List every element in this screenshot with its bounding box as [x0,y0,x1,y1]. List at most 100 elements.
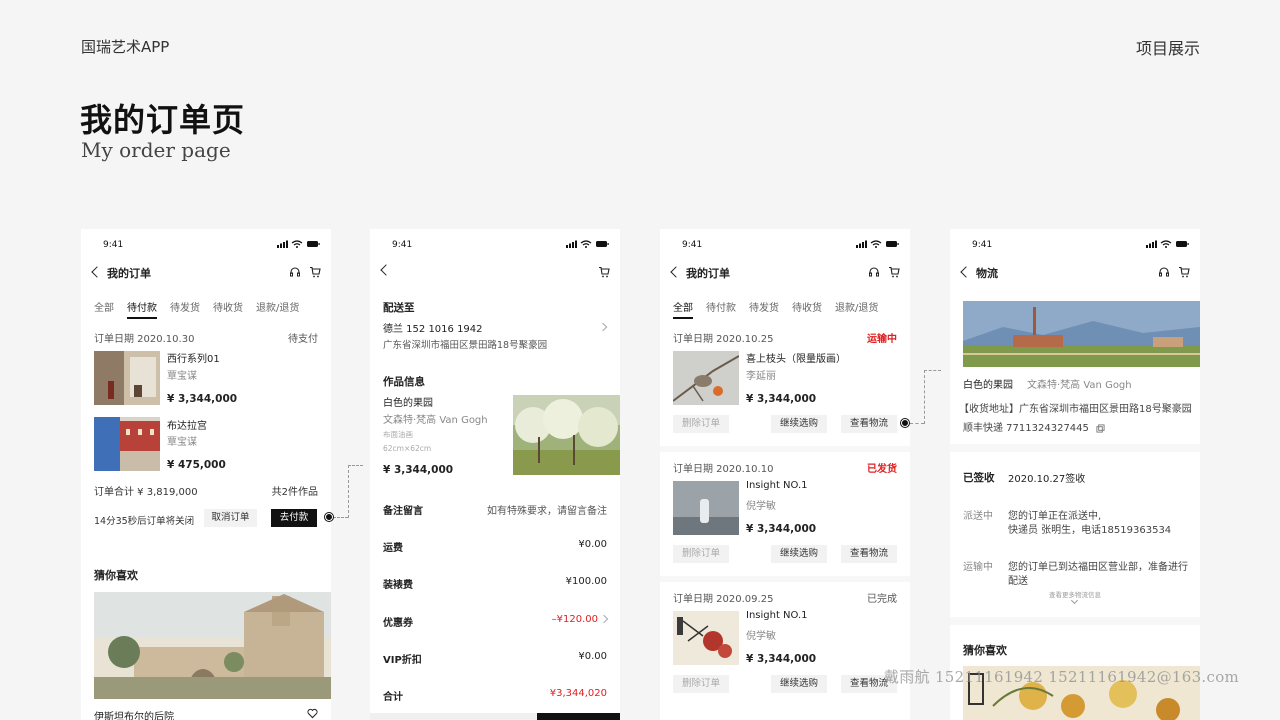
signed-label: 已签收 [963,472,995,484]
order-status: 运输中 [867,334,897,345]
view-logistics-button[interactable]: 查看物流 [841,545,897,563]
order-date: 订单日期 2020.09.25 [673,594,774,605]
order-status: 已发货 [867,464,897,475]
total-row: 合计 ¥3,344,020 [383,688,607,703]
status-icons [277,240,320,248]
remark-row[interactable]: 备注留言 如有特殊要求，请留言备注 [383,502,607,517]
cart-icon[interactable] [1178,266,1190,278]
item-price: ¥ 3,344,000 [746,393,817,405]
tab-pending-shipment[interactable]: 待发货 [749,299,779,314]
back-icon[interactable] [670,266,682,278]
framing-fee-row: 装裱费 ¥100.00 [383,576,607,591]
event-line: 您的订单已到达福田区营业部，准备进行 [1008,562,1188,573]
chevron-right-icon[interactable] [599,614,609,624]
status-time: 9:41 [682,240,703,250]
screen-confirm-order: 9:41 配送至 德兰 152 1016 1942 广东省深圳市福田区景田路18… [370,229,620,720]
event-line: 快递员 张明生，电话18519363534 [1008,525,1172,536]
flow-connector [333,517,348,518]
headset-icon[interactable] [1158,266,1170,278]
item-price: ¥ 475,000 [167,459,226,471]
recommended-artwork-image[interactable] [94,592,331,699]
divider [660,446,910,452]
coupon-row[interactable]: 优惠券 –¥120.00 [383,614,609,629]
copy-icon[interactable] [1096,423,1105,433]
artwork-thumbnail[interactable] [673,481,739,535]
cart-icon[interactable] [598,266,610,278]
item-artist: 覃宝谋 [167,371,197,382]
tab-pending-receipt[interactable]: 待收货 [213,299,243,314]
page-title: 我的订单页 [80,101,246,139]
tab-pending-shipment[interactable]: 待发货 [170,299,200,314]
artwork-thumbnail[interactable] [94,417,160,471]
status-icons [566,240,609,248]
delete-order-button[interactable]: 删除订单 [673,675,729,693]
shipping-address: 广东省深圳市福田区景田路18号聚豪园 [383,340,548,351]
tab-pending-receipt[interactable]: 待收货 [792,299,822,314]
artwork-name: 白色的果园 [963,380,1013,391]
artwork-image[interactable] [963,301,1200,367]
ship-to-title: 配送至 [383,302,415,314]
artwork-medium: 布面油画 [383,430,413,439]
countdown-text: 14分35秒后订单将关闭 [94,516,195,527]
artwork-thumbnail[interactable] [673,611,739,665]
item-artist: 覃宝谋 [167,437,197,448]
nav-title: 我的订单 [107,267,151,280]
tracking-text: 顺丰快递 7711324327445 [963,423,1089,434]
nav-bar [380,264,610,281]
delete-order-button[interactable]: 删除订单 [673,415,729,433]
divider [660,576,910,582]
chevron-right-icon[interactable] [598,322,608,332]
continue-shopping-button[interactable]: 继续选购 [771,415,827,433]
item-price: ¥ 3,344,000 [167,393,238,405]
nav-bar: 我的订单 [670,265,900,281]
continue-shopping-button[interactable]: 继续选购 [771,675,827,693]
order-tabs: 全部 待付款 待发货 待收货 退款/退货 [94,299,312,319]
back-icon[interactable] [380,264,392,276]
screen-my-orders-pending: 9:41 我的订单 全部 待付款 待发货 待收货 退款/退货 订单日期 2020.10.… [81,229,331,720]
flow-dot [325,513,333,521]
page-subtitle: My order page [81,138,231,162]
headset-icon[interactable] [868,266,880,278]
headset-icon[interactable] [289,266,301,278]
row-label: 装裱费 [383,580,413,591]
item-price: ¥ 3,344,000 [746,523,817,535]
tab-all[interactable]: 全部 [673,299,693,319]
submit-button[interactable] [537,713,620,720]
tab-refund[interactable]: 退款/退货 [256,299,299,314]
row-label: VIP折扣 [383,655,422,666]
artwork-thumbnail[interactable] [673,351,739,405]
artwork-image[interactable] [513,395,620,475]
item-name: 西行系列01 [167,354,220,365]
guess-title: 猜你喜欢 [94,569,138,582]
tab-pending-payment[interactable]: 待付款 [127,299,157,319]
tab-all[interactable]: 全部 [94,299,114,314]
view-logistics-button[interactable]: 查看物流 [841,415,897,433]
row-value: ¥0.00 [578,651,607,662]
cart-icon[interactable] [309,266,321,278]
recommended-artwork-name: 伊斯坦布尔的后院 [94,712,174,720]
tab-refund[interactable]: 退款/退货 [835,299,878,314]
status-icons [856,240,899,248]
item-artist: 倪学敏 [746,631,776,642]
back-icon[interactable] [960,266,972,278]
artwork-price: ¥ 3,344,000 [383,464,454,476]
status-time: 9:41 [392,240,413,250]
pay-button[interactable]: 去付款 [271,509,317,527]
event-line: 配送 [1008,576,1028,587]
artwork-artist: 文森特·梵高 Van Gogh [383,415,488,426]
heart-icon[interactable] [307,708,318,719]
event-line: 您的订单正在派送中, [1008,511,1102,522]
vip-discount-row: VIP折扣 ¥0.00 [383,651,607,666]
back-icon[interactable] [91,266,103,278]
screen-logistics: 9:41 物流 白色的果园 文森特·梵高 Van Gogh 【收货地址】广东省深… [950,229,1200,720]
receiver-info: 德兰 152 1016 1942 [383,324,483,335]
delete-order-button[interactable]: 删除订单 [673,545,729,563]
cancel-order-button[interactable]: 取消订单 [204,509,257,527]
item-artist: 李延丽 [746,371,776,382]
tab-pending-payment[interactable]: 待付款 [706,299,736,314]
divider [950,617,1200,625]
artwork-thumbnail[interactable] [94,351,160,405]
continue-shopping-button[interactable]: 继续选购 [771,545,827,563]
cart-icon[interactable] [888,266,900,278]
order-status: 待支付 [288,334,318,345]
